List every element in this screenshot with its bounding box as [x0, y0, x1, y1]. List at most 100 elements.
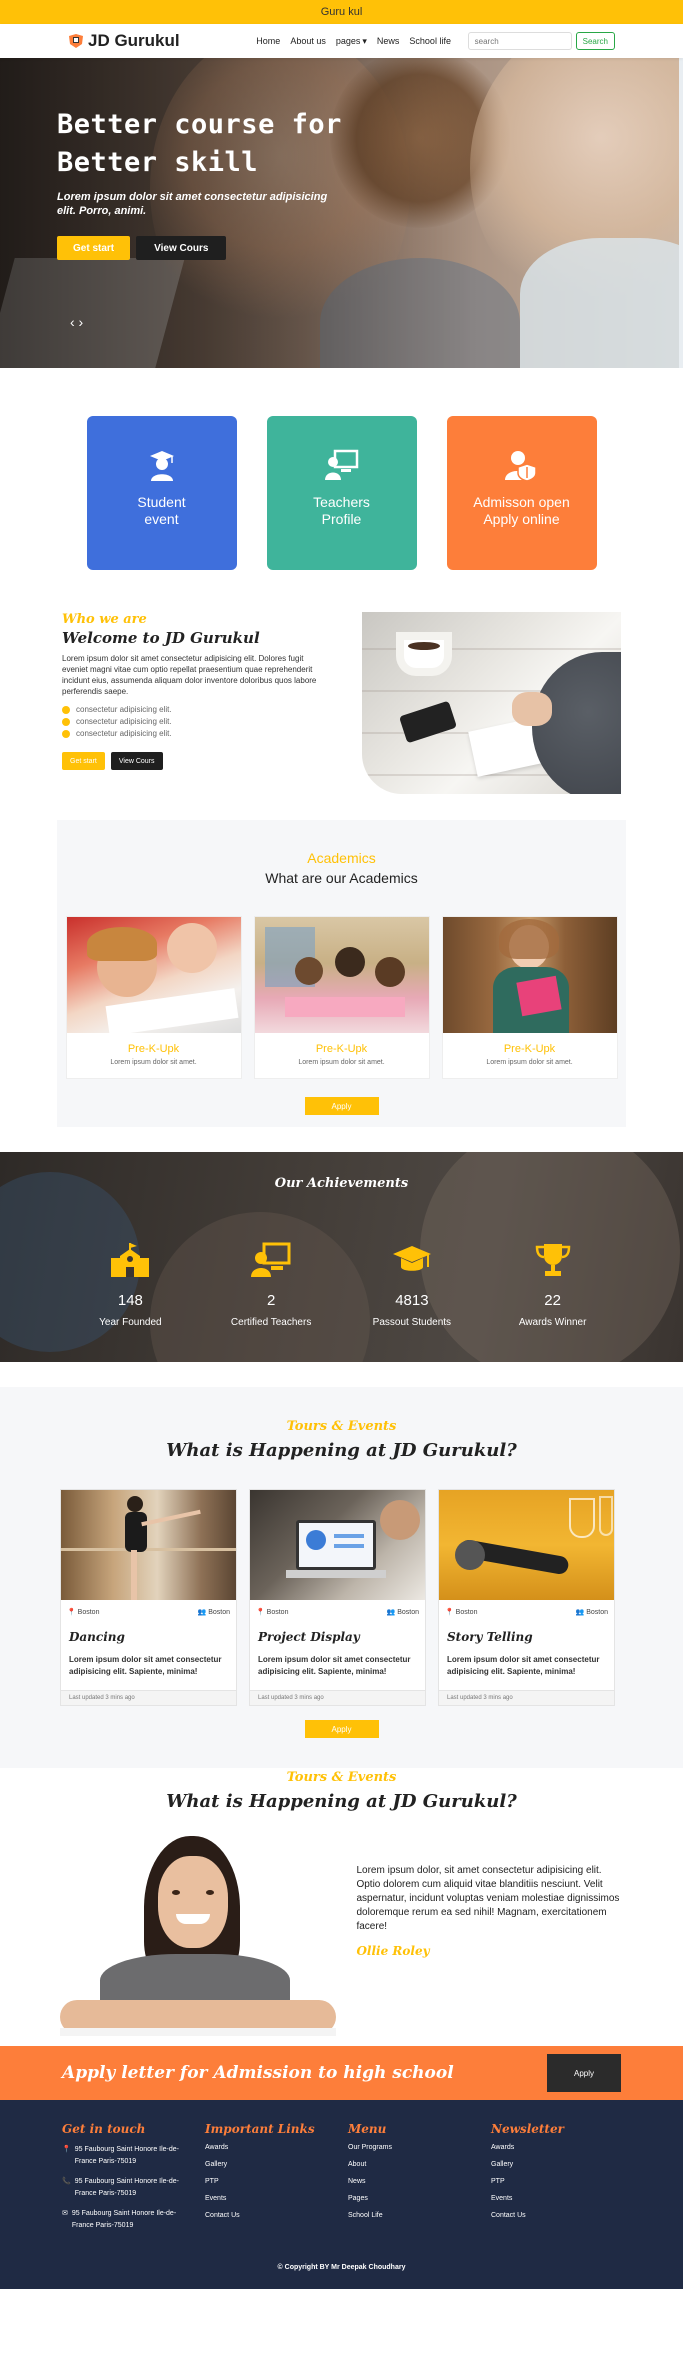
footer-phone: 📞 95 Faubourg Saint Honore Ile-de-France …	[62, 2176, 192, 2200]
feature-line2: event	[144, 511, 179, 527]
list-item-text: consectetur adipisicing elit.	[76, 729, 172, 738]
graduation-cap-icon	[392, 1246, 431, 1271]
nav-link-about[interactable]: About us	[290, 36, 326, 47]
footer-menu-about[interactable]: About	[348, 2161, 478, 2168]
academics-apply-button[interactable]: Apply	[304, 1097, 379, 1115]
academic-card-title: Pre-K-Upk	[503, 1043, 556, 1055]
footer: Get in touch 📍 95 Faubourg Saint Honore I…	[0, 2100, 683, 2289]
event-card-updated: Last updated 3 mins ago	[61, 1690, 236, 1705]
graduate-icon	[149, 451, 174, 481]
event-card-photo	[439, 1490, 614, 1600]
admission-apply-button[interactable]: Apply	[547, 2054, 621, 2092]
footer-link-events[interactable]: Events	[205, 2195, 335, 2202]
achievement-label: Passout Students	[372, 1317, 452, 1328]
feature-line2: Apply online	[483, 511, 560, 527]
footer-email: ✉ 95 Faubourg Saint Honore Ile-de-France …	[62, 2208, 192, 2232]
academic-card-title: Pre-K-Upk	[127, 1043, 180, 1055]
testimonial-title: What is Happening at JD Gurukul?	[166, 1791, 517, 1812]
search-form: Search	[467, 32, 615, 50]
list-item: consectetur adipisicing elit.	[62, 705, 328, 714]
academic-card[interactable]: Pre-K-Upk Lorem ipsum dolor sit amet.	[253, 916, 430, 1079]
search-input[interactable]	[467, 32, 572, 50]
welcome-get-start-button[interactable]: Get start	[62, 752, 105, 770]
event-card[interactable]: 📍 Boston 👥 Boston Story Telling Lorem ips…	[438, 1489, 615, 1706]
copyright: © Copyright BY Mr Deepak Choudhary	[277, 2264, 406, 2271]
footer-news-gallery[interactable]: Gallery	[491, 2161, 621, 2168]
footer-link-contact[interactable]: Contact Us	[205, 2212, 335, 2219]
users-icon: 👥	[197, 1609, 207, 1616]
phone-icon: 📞	[62, 2178, 71, 2185]
user-shield-icon	[504, 451, 537, 482]
carousel-arrows[interactable]: ‹ ›	[70, 314, 83, 330]
feature-card-student-event[interactable]: Student event	[86, 416, 237, 570]
footer-menu-school-life[interactable]: School Life	[348, 2212, 478, 2219]
hero-get-start-button[interactable]: Get start	[57, 236, 131, 260]
footer-menu-programs[interactable]: Our Programs	[348, 2144, 478, 2151]
events-title: What is Happening at JD Gurukul?	[166, 1440, 517, 1461]
nav-link-home[interactable]: Home	[256, 36, 280, 47]
welcome-section: Who we are Welcome to JD Gurukul Lorem i…	[0, 608, 683, 794]
academic-card[interactable]: Pre-K-Upk Lorem ipsum dolor sit amet.	[441, 916, 618, 1079]
teacher-board-icon	[251, 1242, 291, 1277]
nav-link-pages-label: pages	[335, 36, 361, 46]
hero-subtitle: Lorem ipsum dolor sit amet consectetur a…	[57, 191, 328, 217]
feature-line2: Profile	[321, 511, 362, 527]
map-marker-icon: 📍	[67, 1609, 76, 1616]
event-card[interactable]: 📍 Boston 👥 Boston Dancing Lorem ipsum dol…	[60, 1489, 237, 1706]
academic-card-text: Lorem ipsum dolor sit amet.	[486, 1059, 573, 1066]
brand-name: JD Gurukul	[88, 31, 180, 50]
achievement-label: Year Founded	[99, 1317, 162, 1328]
event-card-text: Lorem ipsum dolor sit amet consectetur a…	[258, 1655, 411, 1676]
event-group-text: Boston	[397, 1609, 419, 1616]
academic-card[interactable]: Pre-K-Upk Lorem ipsum dolor sit amet.	[65, 916, 242, 1079]
hero-content: Better course for Better skill Lorem ips…	[57, 106, 342, 260]
event-card-updated: Last updated 3 mins ago	[250, 1690, 425, 1705]
academic-card-text: Lorem ipsum dolor sit amet.	[110, 1059, 197, 1066]
navbar: JD Gurukul Home About us pages ▾ News Sch…	[0, 24, 683, 58]
testimonial-author: Ollie Roley	[356, 1944, 430, 1958]
admission-text: Apply letter for Admission to high schoo…	[62, 2063, 454, 2083]
event-card-title: Story Telling	[447, 1630, 533, 1644]
hero-view-course-button[interactable]: View Cours	[136, 236, 227, 260]
events-apply-button[interactable]: Apply	[304, 1720, 379, 1738]
welcome-view-course-button[interactable]: View Cours	[110, 752, 163, 770]
feature-card-label: Student event	[137, 494, 185, 528]
footer-news-awards[interactable]: Awards	[491, 2144, 621, 2151]
welcome-title: Welcome to JD Gurukul	[62, 629, 260, 647]
search-button[interactable]: Search	[575, 32, 615, 50]
nav-link-pages[interactable]: pages ▾	[336, 36, 367, 47]
student-photo	[60, 1830, 336, 2040]
feature-line1: Student	[137, 494, 186, 510]
event-location: 📍 Boston	[445, 1608, 477, 1616]
footer-news-events[interactable]: Events	[491, 2195, 621, 2202]
achievement-label: Certified Teachers	[230, 1317, 312, 1328]
feature-card-teachers-profile[interactable]: Teachers Profile	[266, 416, 417, 570]
footer-link-gallery[interactable]: Gallery	[205, 2161, 335, 2168]
map-marker-icon: 📍	[62, 2146, 71, 2153]
footer-news-contact[interactable]: Contact Us	[491, 2212, 621, 2219]
feature-line1: Teachers	[313, 494, 370, 510]
feature-card-label: Admisson open Apply online	[473, 494, 570, 528]
achievements-title: Our Achievements	[274, 1176, 409, 1191]
map-marker-icon: 📍	[445, 1609, 454, 1616]
feature-card-admission[interactable]: Admisson open Apply online	[446, 416, 597, 570]
bullet-dot-icon	[62, 717, 70, 726]
event-card[interactable]: 📍 Boston 👥 Boston Project Display Lorem i…	[249, 1489, 426, 1706]
nav-link-news[interactable]: News	[377, 36, 400, 47]
footer-menu-pages[interactable]: Pages	[348, 2195, 478, 2202]
footer-menu-news[interactable]: News	[348, 2178, 478, 2185]
achievement-item: 148 Year Founded	[70, 1242, 190, 1328]
hero-title-line2: Better skill	[57, 147, 259, 178]
nav-link-school-life[interactable]: School life	[409, 36, 451, 47]
academics-title: What are our Academics	[265, 870, 418, 886]
achievements-section: Our Achievements 148 Year Founded 2 Cert…	[0, 1152, 683, 1362]
brand[interactable]: JD Gurukul	[68, 31, 180, 51]
footer-link-awards[interactable]: Awards	[205, 2144, 335, 2151]
school-icon	[111, 1243, 150, 1277]
achievement-label: Awards Winner	[518, 1317, 587, 1328]
event-group-text: Boston	[586, 1609, 608, 1616]
footer-link-ptp[interactable]: PTP	[205, 2178, 335, 2185]
footer-news-ptp[interactable]: PTP	[491, 2178, 621, 2185]
footer-newsletter-title: Newsletter	[491, 2122, 564, 2136]
achievement-item: 4813 Passout Students	[352, 1242, 472, 1328]
